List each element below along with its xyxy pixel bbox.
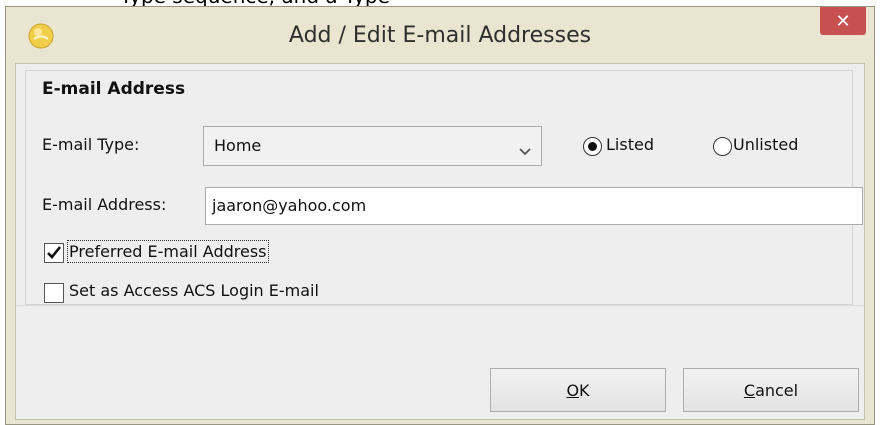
unlisted-radio-label[interactable]: Unlisted bbox=[733, 135, 798, 154]
dialog-window: Add / Edit E-mail Addresses ✕ E-mail Add… bbox=[5, 6, 875, 425]
radio-selected-dot bbox=[588, 142, 597, 151]
listed-radio[interactable] bbox=[583, 137, 602, 156]
chevron-down-icon bbox=[519, 142, 531, 156]
email-address-input[interactable]: jaaron@yahoo.com bbox=[205, 187, 863, 225]
ok-label-rest: K bbox=[579, 380, 590, 400]
access-acs-login-label[interactable]: Set as Access ACS Login E-mail bbox=[69, 281, 319, 300]
preferred-email-label[interactable]: Preferred E-mail Address bbox=[67, 240, 269, 263]
close-icon: ✕ bbox=[835, 10, 851, 32]
group-title: E-mail Address bbox=[42, 79, 186, 99]
ok-mnemonic: O bbox=[566, 380, 580, 400]
cancel-button[interactable]: Cancel bbox=[683, 368, 859, 412]
close-button[interactable]: ✕ bbox=[820, 7, 866, 35]
listed-radio-label[interactable]: Listed bbox=[606, 135, 654, 154]
divider bbox=[16, 305, 864, 306]
dialog-content: E-mail Address E-mail Type: Home Listed … bbox=[15, 63, 865, 420]
email-address-label: E-mail Address: bbox=[42, 195, 167, 214]
email-type-value: Home bbox=[214, 136, 262, 155]
cancel-label-rest: ancel bbox=[755, 380, 799, 400]
window-title: Add / Edit E-mail Addresses bbox=[288, 23, 592, 48]
unlisted-radio[interactable] bbox=[713, 137, 732, 156]
email-type-label: E-mail Type: bbox=[42, 135, 140, 154]
cancel-mnemonic: C bbox=[743, 380, 756, 400]
checkmark-icon bbox=[47, 246, 62, 259]
email-address-group: E-mail Address E-mail Type: Home Listed … bbox=[25, 70, 863, 305]
access-acs-login-checkbox[interactable] bbox=[44, 283, 64, 303]
email-type-dropdown[interactable]: Home bbox=[203, 126, 542, 166]
title-bar[interactable]: Add / Edit E-mail Addresses ✕ bbox=[6, 7, 874, 63]
ok-button[interactable]: OK bbox=[490, 368, 666, 412]
preferred-email-checkbox[interactable] bbox=[44, 243, 64, 263]
